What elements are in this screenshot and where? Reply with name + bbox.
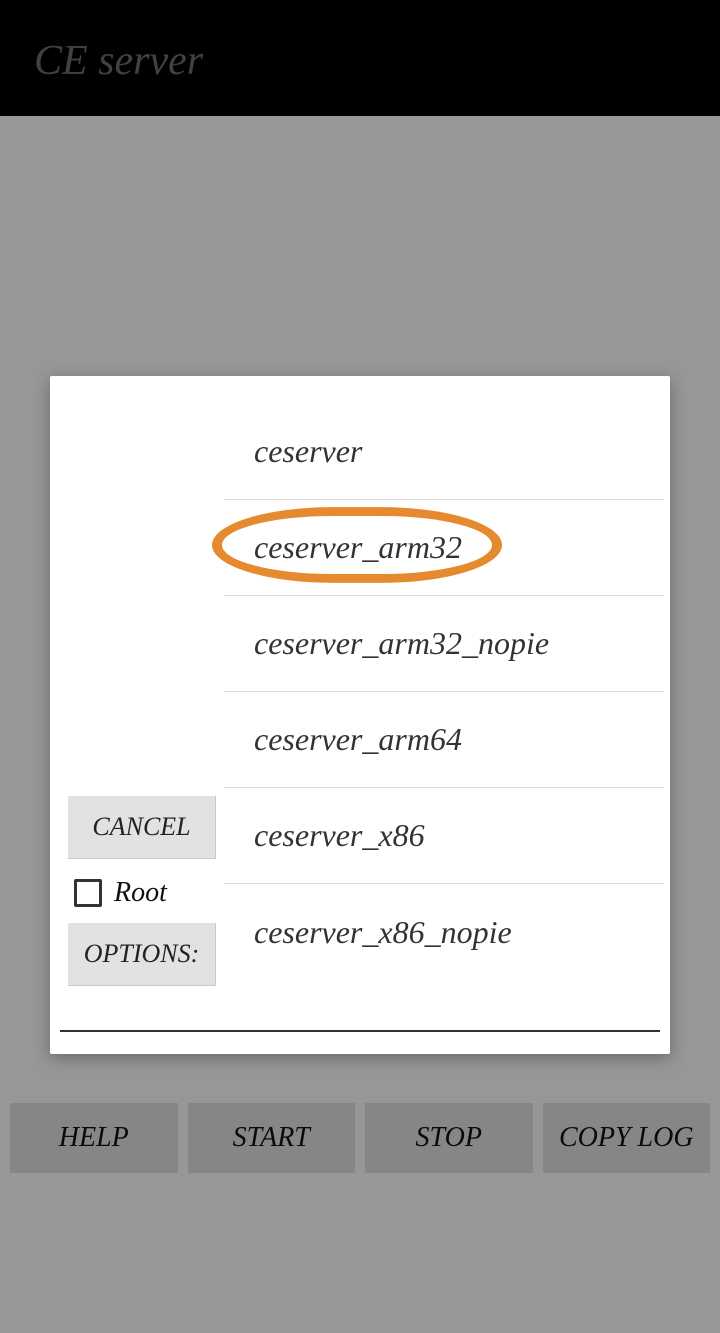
root-label: Root [114,877,167,909]
list-item[interactable]: ceserver_arm32_nopie [224,596,664,692]
list-item[interactable]: ceserver_arm32 [224,500,664,596]
list-item-label: ceserver_x86_nopie [254,914,512,951]
list-item-label: ceserver_x86 [254,817,425,854]
list-item-label: ceserver_arm64 [254,721,462,758]
list-item[interactable]: ceserver_arm64 [224,692,664,788]
file-list: ceserver ceserver_arm32 ceserver_arm32_n… [224,394,664,1030]
list-item[interactable]: ceserver [224,404,664,500]
file-picker-dialog: CANCEL Root OPTIONS: ceserver ceserver_a… [50,376,670,1054]
list-item[interactable]: ceserver_x86_nopie [224,884,664,980]
list-item-label: ceserver_arm32 [254,529,462,566]
root-checkbox[interactable] [74,879,102,907]
dialog-footer-rule [60,1030,660,1054]
cancel-button[interactable]: CANCEL [68,796,216,859]
list-item-label: ceserver [254,433,362,470]
options-button[interactable]: OPTIONS: [68,923,216,986]
root-row[interactable]: Root [74,877,224,909]
list-item-label: ceserver_arm32_nopie [254,625,549,662]
dialog-left-panel: CANCEL Root OPTIONS: [62,394,224,1030]
dialog-body: CANCEL Root OPTIONS: ceserver ceserver_a… [50,376,670,1030]
list-item[interactable]: ceserver_x86 [224,788,664,884]
